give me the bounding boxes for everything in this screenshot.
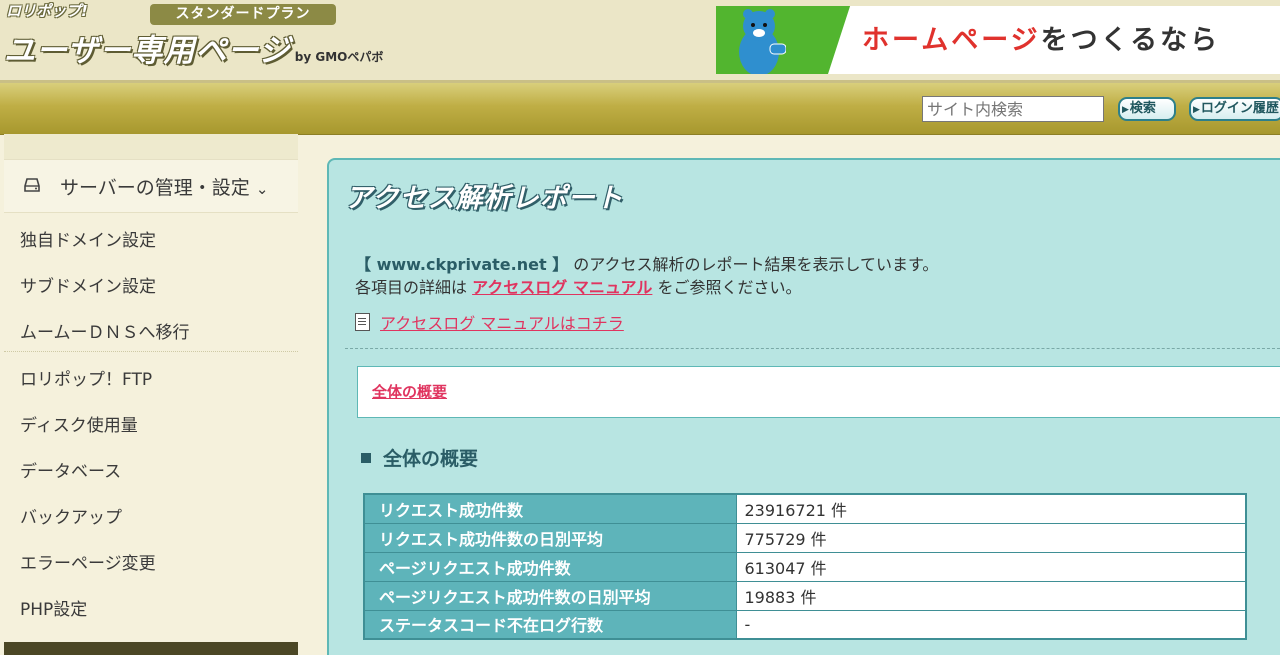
arrow-right-icon: ▶ [1193, 105, 1200, 115]
user-page-title: ユーザー専用ページ by GMOペパボ [4, 33, 384, 69]
section-heading-overview: 全体の概要 [361, 444, 478, 471]
sidebar-item-domain[interactable]: 独自ドメイン設定 [4, 213, 298, 259]
sidebar-item-muumuu-dns[interactable]: ムームーＤＮＳへ移行 [4, 305, 298, 351]
login-history-button[interactable]: ▶ログイン履歴 [1189, 97, 1280, 121]
manual-link-row: アクセスログ マニュアルはコチラ [355, 310, 624, 334]
plan-badge: スタンダードプラン [150, 4, 336, 25]
arrow-right-icon: ▶ [1122, 105, 1129, 115]
page-title: アクセス解析レポート [345, 183, 624, 214]
table-row: ステータスコード不在ログ行数 - [363, 609, 1247, 640]
top-header: ロリポップ! スタンダードプラン ユーザー専用ページ by GMOペパボ ホームペ… [0, 0, 1280, 83]
sidebar-top-gap [4, 134, 298, 159]
stat-label: ページリクエスト成功件数 [363, 551, 737, 582]
table-row: リクエスト成功件数の日別平均 775729 件 [363, 522, 1247, 553]
stat-label: リクエスト成功件数 [363, 493, 737, 524]
sidebar-item-error-page[interactable]: エラーページ変更 [4, 536, 298, 582]
stat-value: 613047 件 [735, 551, 1247, 582]
toc-link-overview[interactable]: 全体の概要 [372, 381, 447, 402]
table-of-contents: 全体の概要 [357, 366, 1280, 418]
overview-stats-table: リクエスト成功件数 23916721 件 リクエスト成功件数の日別平均 7757… [363, 493, 1247, 640]
homepage-banner[interactable]: ホームページをつくるなら [716, 6, 1280, 74]
mascot-icon [739, 9, 786, 74]
stat-label: ステータスコード不在ログ行数 [363, 609, 737, 640]
sidebar-item-database[interactable]: データベース [4, 444, 298, 490]
stat-value: 19883 件 [735, 580, 1247, 611]
lolipop-logo[interactable]: ロリポップ! [6, 0, 124, 24]
manual-here-link[interactable]: アクセスログ マニュアルはコチラ [380, 314, 624, 333]
document-icon [355, 313, 370, 331]
stat-label: リクエスト成功件数の日別平均 [363, 522, 737, 553]
sidebar-item-backup[interactable]: バックアップ [4, 490, 298, 536]
table-row: ページリクエスト成功件数の日別平均 19883 件 [363, 580, 1247, 611]
stat-value: 775729 件 [735, 522, 1247, 553]
sidebar: サーバーの管理・設定 ⌄ 独自ドメイン設定 サブドメイン設定 ムームーＤＮＳへ移… [4, 134, 298, 655]
access-log-manual-link[interactable]: アクセスログ マニュアル [472, 278, 652, 297]
sidebar-item-php[interactable]: PHP設定 [4, 582, 298, 628]
square-bullet-icon [361, 453, 371, 463]
stat-value: 23916721 件 [735, 493, 1247, 524]
table-row: リクエスト成功件数 23916721 件 [363, 493, 1247, 524]
sidebar-item-subdomain[interactable]: サブドメイン設定 [4, 259, 298, 305]
dashed-divider [345, 348, 1280, 349]
banner-text: ホームページをつくるなら [862, 25, 1221, 56]
table-row: ページリクエスト成功件数 613047 件 [363, 551, 1247, 582]
gmo-pepabo-label: by GMOペパボ [294, 50, 384, 64]
access-report-panel: アクセス解析レポート 【 www.ckprivate.net 】 のアクセス解析… [327, 158, 1280, 655]
server-icon [24, 178, 40, 192]
stat-label: ページリクエスト成功件数の日別平均 [363, 580, 737, 611]
stat-value: - [735, 609, 1247, 640]
intro-line-1: 【 www.ckprivate.net 】 のアクセス解析のレポート結果を表示し… [355, 255, 939, 274]
site-search-input[interactable] [922, 96, 1104, 122]
domain-label: 【 www.ckprivate.net 】 [355, 255, 569, 274]
sidebar-next-section[interactable] [4, 642, 298, 655]
sidebar-section-server-settings[interactable]: サーバーの管理・設定 ⌄ [4, 159, 298, 213]
search-button[interactable]: ▶検索 [1118, 97, 1176, 121]
intro-line-2: 各項目の詳細は アクセスログ マニュアル をご参照ください。 [355, 278, 802, 297]
sidebar-section-label: サーバーの管理・設定 ⌄ [60, 177, 269, 199]
sidebar-item-disk-usage[interactable]: ディスク使用量 [4, 398, 298, 444]
chevron-down-icon: ⌄ [255, 180, 269, 198]
sidebar-item-ftp[interactable]: ロリポップ！FTP [4, 351, 298, 398]
